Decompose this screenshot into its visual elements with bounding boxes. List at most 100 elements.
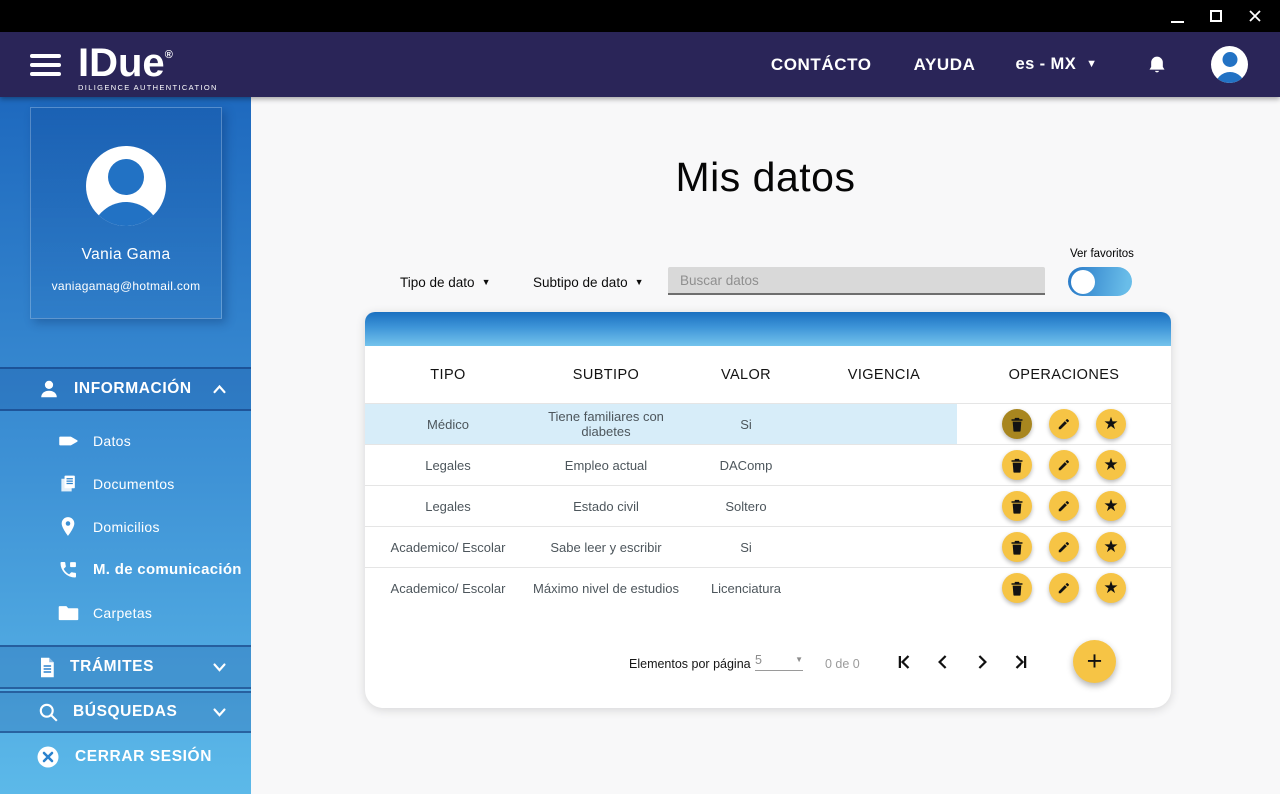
chevron-down-icon [212, 707, 227, 717]
data-table-card: TIPO SUBTIPO VALOR VIGENCIA OPERACIONES … [365, 312, 1171, 708]
edit-button[interactable] [1049, 450, 1079, 480]
sidebar-item-datos[interactable]: Datos [0, 419, 251, 462]
favorite-button[interactable]: ★ [1096, 573, 1126, 603]
trash-icon [1011, 458, 1023, 473]
table-row[interactable]: Médico Tiene familiares con diabetes Si [365, 403, 1171, 444]
hamburger-menu-button[interactable] [30, 53, 61, 76]
hamburger-icon [30, 53, 61, 58]
favorite-button[interactable]: ★ [1096, 450, 1126, 480]
sidebar-section-label: TRÁMITES [70, 658, 155, 675]
chevron-right-icon [978, 655, 987, 669]
row-operations: ★ [957, 404, 1171, 444]
delete-button[interactable] [1002, 450, 1032, 480]
table-row[interactable]: Legales Empleo actual DAComp ★ [365, 444, 1171, 485]
close-button[interactable] [1248, 9, 1262, 23]
cell-valor: DAComp [719, 457, 773, 473]
delete-button[interactable] [1002, 409, 1032, 439]
edit-button[interactable] [1049, 573, 1079, 603]
sidebar-item-m-de-comunicacion[interactable]: M. de comunicación [0, 548, 251, 591]
delete-button[interactable] [1002, 573, 1032, 603]
subtype-dropdown-label: Subtipo de dato [533, 275, 628, 290]
nav-contact[interactable]: CONTÁCTO [771, 55, 872, 75]
os-titlebar [0, 0, 1280, 32]
cell-valor: Licenciatura [710, 580, 782, 596]
search-input[interactable] [668, 267, 1045, 295]
type-dropdown-label: Tipo de dato [400, 275, 475, 290]
app-header: IDue® DILIGENCE AUTHENTICATION CONTÁCTO … [0, 32, 1280, 97]
favorite-button[interactable]: ★ [1096, 409, 1126, 439]
table-footer: Elementos por página 5 ▼ 0 de 0 + [365, 608, 1171, 708]
table-row[interactable]: Academico/ Escolar Sabe leer y escribir … [365, 526, 1171, 567]
sidebar-item-domicilios[interactable]: Domicilios [0, 505, 251, 548]
chevron-down-icon [212, 662, 227, 672]
next-page-button[interactable] [973, 653, 991, 671]
edit-button[interactable] [1049, 409, 1079, 439]
cell-subtipo: Estado civil [573, 498, 639, 514]
table-gradient-bar [365, 312, 1171, 346]
minimize-icon [1171, 21, 1184, 23]
sidebar-info-items: Datos Documentos Domicilios M. de comuni… [0, 419, 251, 634]
notifications-bell-icon[interactable] [1147, 54, 1167, 76]
items-per-page-select[interactable]: 5 ▼ [755, 653, 803, 671]
edit-button[interactable] [1049, 532, 1079, 562]
toggle-knob [1071, 269, 1095, 294]
cell-subtipo: Máximo nivel de estudios [533, 580, 679, 596]
delete-button[interactable] [1002, 532, 1032, 562]
brand-tagline: DILIGENCE AUTHENTICATION [78, 82, 218, 92]
items-per-page-label: Elementos por página [629, 657, 751, 671]
sidebar-section-tramites[interactable]: TRÁMITES [0, 645, 251, 689]
file-icon [41, 657, 54, 677]
trash-icon [1011, 499, 1023, 514]
sidebar-section-busquedas[interactable]: BÚSQUEDAS [0, 691, 251, 733]
profile-name: Vania Gama [81, 246, 171, 263]
table-row[interactable]: Legales Estado civil Soltero ★ [365, 485, 1171, 526]
type-dropdown[interactable]: Tipo de dato ▼ [400, 275, 490, 290]
delete-button[interactable] [1002, 491, 1032, 521]
subtype-dropdown[interactable]: Subtipo de dato ▼ [533, 275, 644, 290]
sidebar-section-informacion[interactable]: INFORMACIÓN [0, 367, 251, 411]
favorite-button[interactable]: ★ [1096, 491, 1126, 521]
row-operations: ★ [957, 527, 1171, 567]
logout-button[interactable]: CERRAR SESIÓN [0, 735, 251, 779]
cell-tipo: Academico/ Escolar [390, 580, 506, 596]
sidebar-item-documentos[interactable]: Documentos [0, 462, 251, 505]
cell-subtipo: Tiene familiares con diabetes [548, 409, 664, 439]
brand-name: IDue® [78, 40, 173, 85]
cell-subtipo: Empleo actual [564, 457, 648, 473]
main-content: Mis datos Tipo de dato ▼ Subtipo de dato… [251, 97, 1280, 794]
favorites-toggle[interactable] [1068, 267, 1132, 296]
cell-valor: Soltero [725, 498, 767, 514]
maximize-button[interactable] [1210, 10, 1222, 22]
trash-icon [1011, 417, 1023, 432]
user-avatar[interactable] [1211, 46, 1248, 83]
cell-valor: Si [740, 416, 752, 432]
page-range-label: 0 de 0 [825, 657, 860, 671]
cell-tipo: Academico/ Escolar [390, 539, 506, 555]
page-title: Mis datos [675, 154, 856, 200]
table-row[interactable]: Academico/ Escolar Máximo nivel de estud… [365, 567, 1171, 608]
row-operations: ★ [957, 486, 1171, 526]
favorite-button[interactable]: ★ [1096, 532, 1126, 562]
minimize-button[interactable] [1171, 9, 1184, 23]
chevron-down-icon: ▼ [481, 277, 491, 287]
first-page-icon [898, 655, 910, 669]
language-selector[interactable]: es - MX ▼ [1016, 55, 1097, 74]
previous-page-button[interactable] [934, 653, 952, 671]
add-data-button[interactable]: + [1073, 640, 1116, 683]
edit-button[interactable] [1049, 491, 1079, 521]
star-icon: ★ [1103, 413, 1119, 433]
close-icon [1249, 10, 1261, 22]
first-page-button[interactable] [895, 653, 913, 671]
star-icon: ★ [1103, 536, 1119, 556]
trash-icon [1011, 581, 1023, 596]
last-page-button[interactable] [1012, 653, 1030, 671]
chevron-up-icon [212, 384, 227, 394]
table-body: Médico Tiene familiares con diabetes Si [365, 403, 1171, 608]
table-header-row: TIPO SUBTIPO VALOR VIGENCIA OPERACIONES [365, 346, 1171, 403]
star-icon: ★ [1103, 495, 1119, 515]
sidebar-section-label: INFORMACIÓN [74, 380, 192, 397]
favorites-filter: Ver favoritos [1068, 248, 1134, 296]
sidebar-item-carpetas[interactable]: Carpetas [0, 591, 251, 634]
nav-help[interactable]: AYUDA [914, 55, 976, 75]
chevron-down-icon: ▼ [795, 655, 803, 664]
